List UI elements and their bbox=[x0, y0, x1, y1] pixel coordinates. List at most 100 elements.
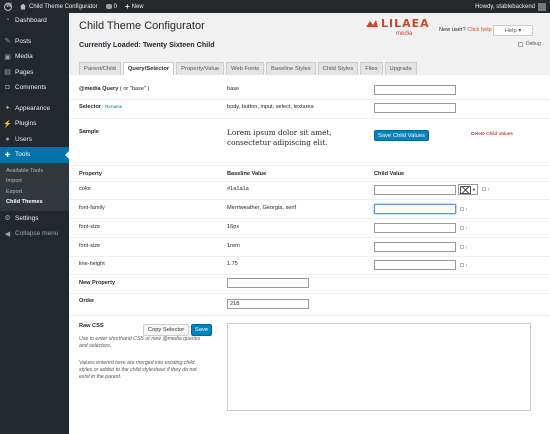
sample-label: Sample bbox=[79, 129, 99, 135]
submenu-available-tools[interactable]: Available Tools bbox=[0, 166, 69, 177]
copy-selector-button[interactable]: Copy Selector bbox=[143, 324, 189, 336]
new-property-label: New Property bbox=[79, 280, 116, 286]
raw-css-note-shorthand: Use to enter shorthand CSS or new @media… bbox=[79, 336, 201, 349]
important-checkbox[interactable] bbox=[460, 245, 464, 249]
raw-css-label: Raw CSS bbox=[79, 323, 104, 329]
important-checkbox[interactable] bbox=[460, 226, 464, 230]
sidebar-item-comments[interactable]: ◘ Comments bbox=[0, 80, 69, 96]
brand-logo: LILAEA media bbox=[365, 17, 429, 43]
page-title: Child Theme Configurator bbox=[79, 20, 205, 32]
tab-child-styles[interactable]: Child Styles bbox=[317, 62, 359, 75]
selector-input[interactable] bbox=[374, 103, 456, 113]
media-query-label-text: @media Query bbox=[79, 86, 119, 92]
new-user-text: New user? bbox=[439, 27, 466, 33]
column-header-baseline: Baseline Value bbox=[227, 171, 267, 177]
sidebar-item-settings[interactable]: ⚙ Settings bbox=[0, 211, 69, 227]
tab-web-fonts[interactable]: Web Fonts bbox=[226, 62, 265, 75]
important-marker: ! bbox=[466, 245, 468, 250]
media-query-label: @media Query ( or "base" ) bbox=[79, 86, 149, 92]
sidebar-item-media[interactable]: ▣ Media bbox=[0, 49, 69, 65]
submenu-child-themes[interactable]: Child Themes bbox=[0, 197, 69, 208]
tab-query-selector[interactable]: Query/Selector bbox=[122, 62, 175, 75]
important-checkbox[interactable] bbox=[482, 187, 486, 191]
sidebar-item-posts[interactable]: ✎ Posts bbox=[0, 34, 69, 50]
help-label: Help bbox=[504, 27, 517, 34]
child-value-input-font-size-rem[interactable] bbox=[374, 242, 456, 252]
sidebar-item-label: Dashboard bbox=[15, 17, 47, 25]
tab-upgrade[interactable]: Upgrade bbox=[384, 62, 417, 75]
brand-mark-icon bbox=[366, 20, 378, 27]
sidebar-item-label: Pages bbox=[15, 68, 34, 76]
comments-link[interactable]: 0 bbox=[102, 0, 121, 13]
comments-count: 0 bbox=[113, 3, 117, 10]
media-icon: ▣ bbox=[4, 53, 11, 61]
wordpress-logo-menu[interactable] bbox=[0, 0, 16, 13]
save-raw-css-button[interactable]: Save bbox=[191, 324, 212, 336]
submenu-export[interactable]: Export bbox=[0, 187, 69, 198]
child-value-input-line-height[interactable] bbox=[374, 260, 456, 270]
baseline-value: 1.75 bbox=[227, 261, 238, 267]
sidebar-item-pages[interactable]: ▤ Pages bbox=[0, 65, 69, 81]
rename-link[interactable]: Rename bbox=[105, 104, 122, 109]
site-name-link[interactable]: Child Theme Configurator bbox=[16, 0, 102, 13]
sample-text: Lorem ipsum dolor sit amet, consectetur … bbox=[227, 128, 332, 147]
submenu-import[interactable]: Import bbox=[0, 176, 69, 187]
property-name: font-size bbox=[79, 224, 101, 230]
save-child-values-button[interactable]: Save Child Values bbox=[374, 130, 429, 141]
order-input[interactable]: 218 bbox=[227, 299, 309, 309]
configurator-tabs: Parent/Child Query/Selector Property/Val… bbox=[79, 62, 419, 75]
site-name: Child Theme Configurator bbox=[29, 3, 98, 10]
column-header-property: Property bbox=[79, 171, 103, 177]
media-query-input[interactable] bbox=[374, 85, 456, 95]
selector-value: body, button, input, select, textarea bbox=[227, 104, 314, 110]
new-property-input[interactable] bbox=[227, 278, 309, 288]
sidebar-item-label: Plugins bbox=[15, 120, 37, 128]
appearance-icon: ✦ bbox=[4, 105, 11, 113]
sidebar-item-plugins[interactable]: ⚡ Plugins bbox=[0, 116, 69, 132]
important-checkbox[interactable] bbox=[460, 263, 464, 267]
sidebar-item-label: Tools bbox=[15, 151, 31, 159]
comment-bubble-icon bbox=[105, 4, 112, 9]
debug-toggle[interactable]: Debug bbox=[518, 41, 541, 47]
baseline-value: Merriweather, Georgia, serif bbox=[227, 205, 297, 211]
new-content-menu[interactable]: + New bbox=[121, 0, 148, 13]
no-color-icon bbox=[460, 185, 471, 194]
property-name: color bbox=[79, 186, 92, 192]
delete-child-values-link[interactable]: Delete Child Values bbox=[471, 132, 513, 137]
child-value-input-color[interactable] bbox=[374, 185, 456, 195]
tab-property-value[interactable]: Property/Value bbox=[176, 62, 225, 75]
selector-label-text: Selector bbox=[79, 104, 102, 110]
child-value-input-font-size[interactable] bbox=[374, 223, 456, 233]
tab-baseline-styles[interactable]: Baseline Styles bbox=[266, 62, 316, 75]
order-label: Order bbox=[79, 298, 95, 304]
my-account-menu[interactable]: Howdy, stablebackend bbox=[471, 0, 550, 13]
pin-icon: ✎ bbox=[4, 38, 11, 46]
selector-label: Selector Rename bbox=[79, 104, 122, 110]
color-picker[interactable]: ▼ bbox=[458, 184, 478, 195]
sidebar-item-tools[interactable]: ✚ Tools bbox=[0, 147, 69, 163]
child-value-input-font-family[interactable] bbox=[374, 204, 456, 214]
raw-css-textarea[interactable] bbox=[227, 323, 531, 411]
plugins-icon: ⚡ bbox=[3, 120, 12, 128]
help-tab-button[interactable]: Help ▾ bbox=[493, 25, 533, 36]
baseline-value: 16px bbox=[227, 224, 240, 230]
tab-parent-child[interactable]: Parent/Child bbox=[79, 62, 121, 75]
pages-icon: ▤ bbox=[4, 69, 11, 77]
important-checkbox[interactable] bbox=[460, 207, 464, 211]
home-icon bbox=[20, 3, 26, 10]
tab-files[interactable]: Files bbox=[360, 62, 383, 75]
debug-checkbox[interactable] bbox=[518, 41, 523, 47]
sidebar-item-users[interactable]: ● Users bbox=[0, 132, 69, 148]
sidebar-item-appearance[interactable]: ✦ Appearance bbox=[0, 101, 69, 117]
click-help-link[interactable]: Click help bbox=[467, 27, 491, 33]
plus-icon: + bbox=[124, 1, 130, 11]
dashboard-icon: ◔ bbox=[5, 17, 10, 25]
media-query-hint: ( or "base" ) bbox=[119, 86, 150, 92]
collapse-menu-button[interactable]: ◀ Collapse menu bbox=[0, 226, 69, 242]
important-marker: ! bbox=[466, 226, 468, 231]
sidebar-item-dashboard[interactable]: ◔ Dashboard bbox=[0, 13, 69, 29]
avatar bbox=[538, 2, 546, 11]
baseline-value: #1a1a1a bbox=[227, 186, 249, 192]
property-name: font-family bbox=[79, 205, 105, 211]
wordpress-icon bbox=[4, 2, 12, 11]
